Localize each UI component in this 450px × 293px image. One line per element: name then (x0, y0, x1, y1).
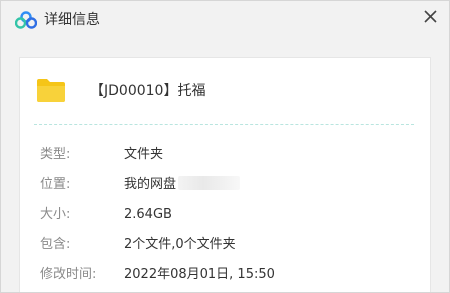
folder-icon (37, 79, 65, 102)
size-label: 大小: (40, 207, 71, 222)
detail-row-location: 位置: 我的网盘 (20, 174, 430, 196)
cloud-logo-icon (15, 11, 37, 29)
close-icon[interactable] (417, 6, 443, 28)
file-header: 【JD00010】托福 (20, 58, 430, 124)
detail-row-modified: 修改时间: 2022年08月01日, 15:50 (20, 264, 430, 286)
title-bar: 详细信息 (1, 1, 449, 41)
redacted-path (178, 176, 241, 190)
modified-label: 修改时间: (40, 267, 97, 282)
details-panel: 【JD00010】托福 类型: 文件夹 位置: 我的网盘 大小: 2.64GB … (19, 57, 431, 292)
detail-row-size: 大小: 2.64GB (20, 204, 430, 226)
modified-value: 2022年08月01日, 15:50 (124, 267, 275, 282)
location-label: 位置: (40, 177, 71, 192)
dialog-title: 详细信息 (44, 12, 100, 28)
file-name: 【JD00010】托福 (90, 83, 206, 99)
size-value: 2.64GB (124, 207, 172, 222)
location-value-wrap: 我的网盘 (124, 176, 241, 194)
type-label: 类型: (40, 147, 71, 162)
divider (34, 124, 414, 125)
detail-row-contains: 包含: 2个文件,0个文件夹 (20, 234, 430, 256)
details-dialog: 详细信息 【JD00010】托福 类型: 文件夹 位置: 我的网盘 大小: 2.… (0, 0, 450, 293)
contains-label: 包含: (40, 237, 71, 252)
detail-row-type: 类型: 文件夹 (20, 144, 430, 166)
type-value: 文件夹 (124, 147, 164, 162)
location-value: 我的网盘 (124, 177, 177, 192)
contains-value: 2个文件,0个文件夹 (124, 237, 236, 252)
